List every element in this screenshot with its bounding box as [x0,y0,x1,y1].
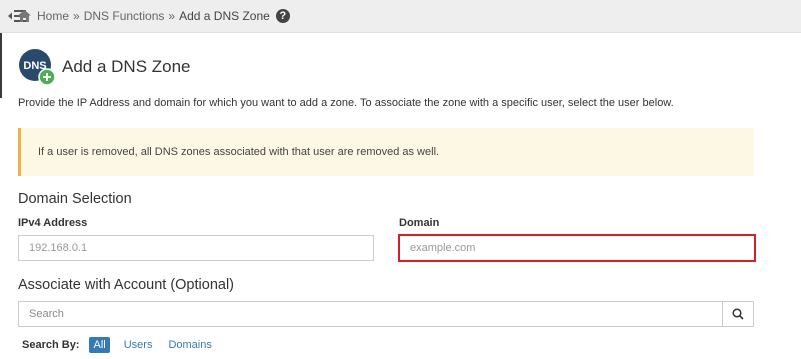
account-search-input[interactable] [18,301,722,327]
domain-input[interactable] [398,234,756,262]
warning-alert: If a user is removed, all DNS zones asso… [18,128,754,176]
breadcrumb-current: Add a DNS Zone [179,9,270,23]
account-search [18,301,754,327]
alert-text: If a user is removed, all DNS zones asso… [38,146,440,158]
breadcrumb-home[interactable]: Home [37,9,69,23]
filter-domains[interactable]: Domains [168,339,211,351]
dns-zone-logo: DNS [18,48,56,86]
breadcrumb-separator: » [73,9,80,23]
breadcrumb-separator: » [168,9,176,23]
search-button[interactable] [722,301,754,327]
filter-all[interactable]: All [89,337,110,353]
sidebar-edge [0,33,2,98]
home-icon[interactable] [18,10,31,22]
breadcrumb: Home » DNS Functions » Add a DNS Zone ? [18,9,290,23]
page-description: Provide the IP Address and domain for wh… [18,97,674,109]
domain-selection-heading: Domain Selection [18,191,132,207]
search-by-filters: Search By: All Users Domains [22,337,228,353]
search-icon [732,308,744,320]
ipv4-label: IPv4 Address [18,217,88,229]
top-bar: Home » DNS Functions » Add a DNS Zone ? [0,0,801,33]
breadcrumb-dns-functions[interactable]: DNS Functions [84,9,165,23]
page-title: Add a DNS Zone [62,57,191,76]
search-by-label: Search By: [22,339,80,351]
help-icon[interactable]: ? [275,9,290,23]
filter-users[interactable]: Users [124,339,153,351]
ipv4-input[interactable] [18,235,374,261]
domain-label: Domain [399,217,440,229]
page-header: DNS Add a DNS Zone [18,48,191,86]
associate-account-heading: Associate with Account (Optional) [18,277,234,293]
